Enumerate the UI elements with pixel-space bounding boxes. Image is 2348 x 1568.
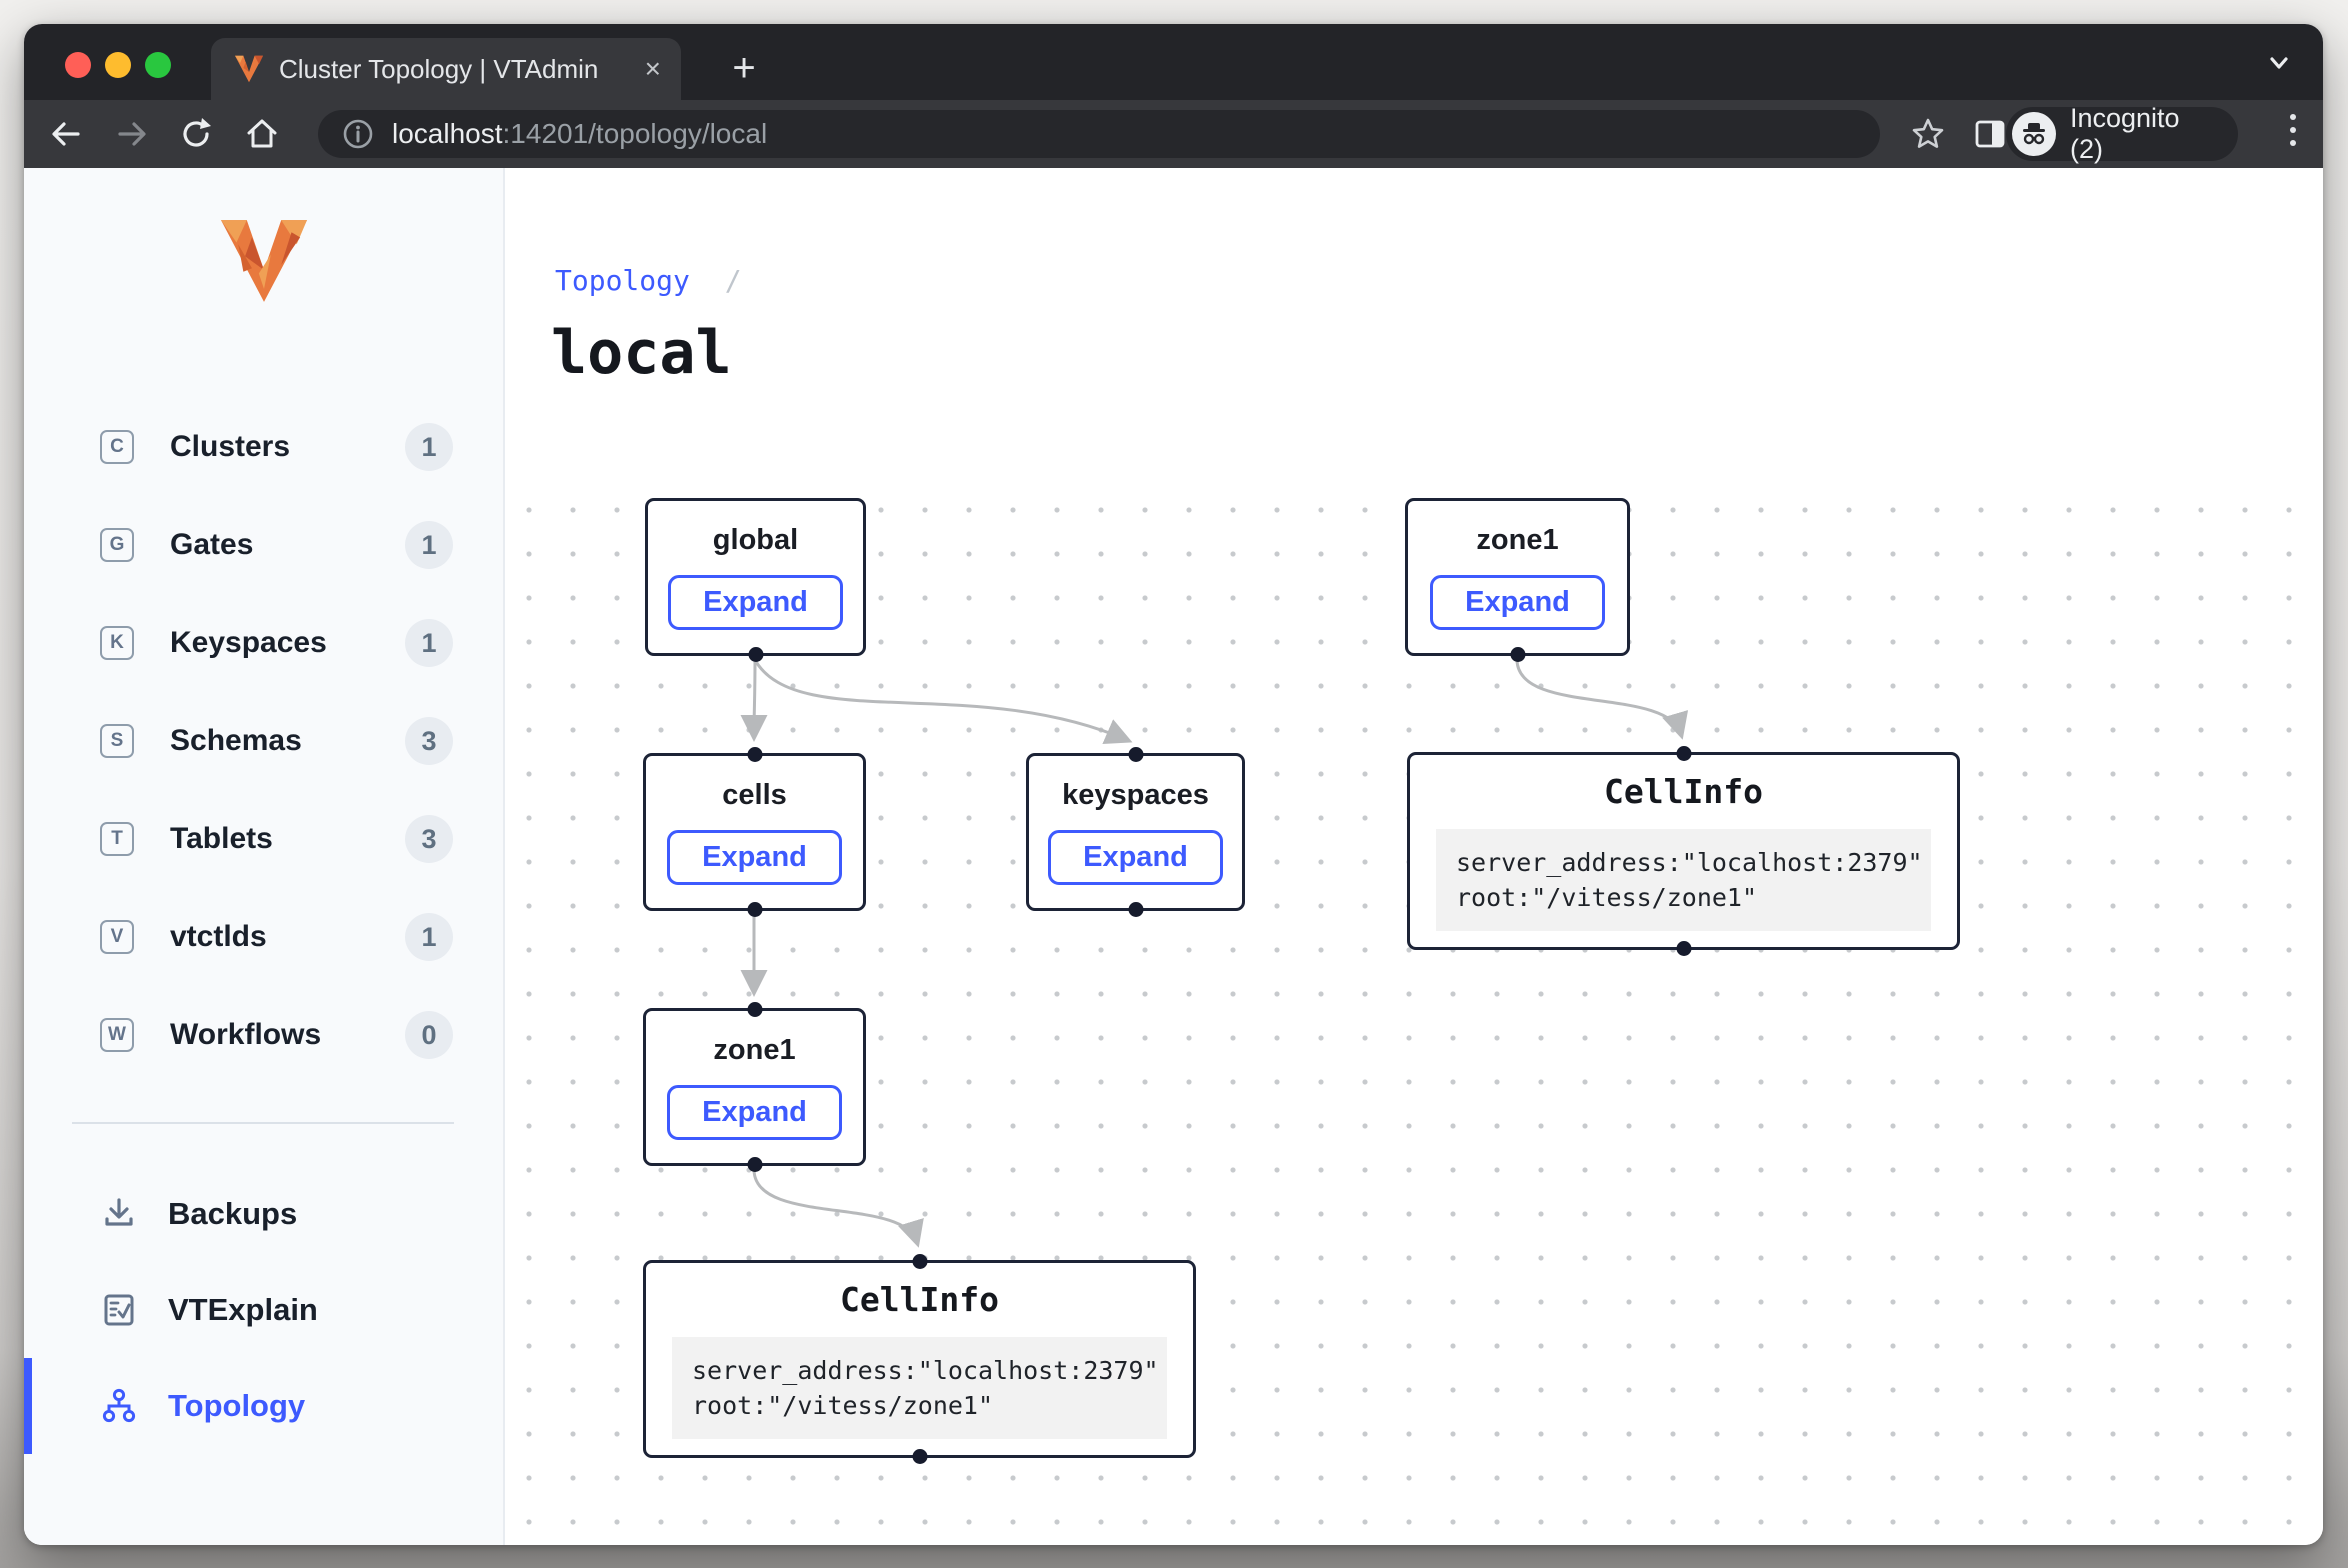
- sidebar-item-backups[interactable]: Backups: [24, 1166, 503, 1262]
- node-global[interactable]: global Expand: [645, 498, 866, 656]
- bookmark-star-icon[interactable]: [1906, 112, 1950, 156]
- new-tab-button[interactable]: +: [724, 50, 764, 90]
- node-title: cells: [722, 779, 787, 812]
- home-icon[interactable]: [240, 112, 284, 156]
- workflows-icon: W: [100, 1018, 134, 1052]
- node-zone1-global[interactable]: zone1 Expand: [1405, 498, 1630, 656]
- tab-title: Cluster Topology | VTAdmin: [279, 54, 629, 85]
- back-icon[interactable]: [44, 112, 88, 156]
- count-badge: 3: [405, 717, 453, 765]
- schemas-icon: S: [100, 724, 134, 758]
- port-dot: [1128, 902, 1143, 917]
- port-dot: [747, 747, 762, 762]
- port-dot: [1128, 747, 1143, 762]
- url-host: localhost: [392, 118, 503, 149]
- sidebar: C Clusters 1 G Gates 1 K Keyspaces 1 S S…: [24, 168, 505, 1545]
- incognito-icon: [2012, 112, 2056, 156]
- browser-menu-icon[interactable]: [2290, 114, 2296, 146]
- expand-button[interactable]: Expand: [668, 575, 843, 630]
- node-keyspaces[interactable]: keyspaces Expand: [1026, 753, 1245, 911]
- port-dot: [1510, 647, 1525, 662]
- page-content: C Clusters 1 G Gates 1 K Keyspaces 1 S S…: [24, 168, 2323, 1545]
- node-title: global: [713, 524, 798, 557]
- sidebar-item-workflows[interactable]: W Workflows 0: [24, 986, 503, 1084]
- window-zoom-button[interactable]: [145, 52, 171, 78]
- tablets-icon: T: [100, 822, 134, 856]
- clusters-icon: C: [100, 430, 134, 464]
- node-cellinfo-zone1-lower[interactable]: CellInfo server_address:"localhost:2379"…: [643, 1260, 1196, 1458]
- expand-button[interactable]: Expand: [1430, 575, 1605, 630]
- forward-icon[interactable]: [110, 112, 154, 156]
- count-badge: 3: [405, 815, 453, 863]
- port-dot: [748, 647, 763, 662]
- count-badge: 0: [405, 1011, 453, 1059]
- node-title: CellInfo: [840, 1280, 999, 1319]
- tab-strip: Cluster Topology | VTAdmin × +: [24, 24, 2323, 100]
- sidebar-divider: [72, 1122, 454, 1124]
- reload-icon[interactable]: [174, 112, 218, 156]
- sidebar-tools: Backups VTExplain: [24, 1166, 503, 1454]
- tab-search-chevron-icon[interactable]: [2262, 46, 2296, 80]
- count-badge: 1: [405, 619, 453, 667]
- expand-button[interactable]: Expand: [667, 1085, 842, 1140]
- node-title: zone1: [713, 1034, 795, 1067]
- port-dot: [747, 1002, 762, 1017]
- node-title: CellInfo: [1604, 772, 1763, 811]
- count-badge: 1: [405, 423, 453, 471]
- browser-window: Cluster Topology | VTAdmin × +: [24, 24, 2323, 1545]
- port-dot: [747, 1157, 762, 1172]
- browser-toolbar: localhost:14201/topology/local: [24, 100, 2323, 168]
- sidebar-nav: C Clusters 1 G Gates 1 K Keyspaces 1 S S…: [24, 398, 503, 1084]
- expand-button[interactable]: Expand: [667, 830, 842, 885]
- main-panel: Topology / local global Expa: [505, 168, 2323, 1545]
- cellinfo-code: server_address:"localhost:2379" root:"/v…: [672, 1337, 1167, 1439]
- port-dot: [912, 1449, 927, 1464]
- expand-button[interactable]: Expand: [1048, 830, 1223, 885]
- window-close-button[interactable]: [65, 52, 91, 78]
- sidebar-item-gates[interactable]: G Gates 1: [24, 496, 503, 594]
- sidebar-item-vtexplain[interactable]: VTExplain: [24, 1262, 503, 1358]
- tab-close-icon[interactable]: ×: [645, 55, 661, 83]
- node-cellinfo-zone1[interactable]: CellInfo server_address:"localhost:2379"…: [1407, 752, 1960, 950]
- incognito-profile-badge[interactable]: Incognito (2): [2006, 107, 2238, 161]
- active-indicator: [24, 1358, 32, 1454]
- gates-icon: G: [100, 528, 134, 562]
- node-zone1-cells[interactable]: zone1 Expand: [643, 1008, 866, 1166]
- download-icon: [100, 1195, 138, 1233]
- topology-icon: [100, 1387, 138, 1425]
- keyspaces-icon: K: [100, 626, 134, 660]
- vitess-favicon: [235, 55, 263, 83]
- page-info-icon[interactable]: [342, 118, 374, 150]
- node-cells[interactable]: cells Expand: [643, 753, 866, 911]
- node-title: keyspaces: [1062, 779, 1209, 812]
- sidebar-item-topology[interactable]: Topology: [24, 1358, 503, 1454]
- port-dot: [1676, 746, 1691, 761]
- vitess-logo[interactable]: [221, 220, 307, 302]
- sidebar-item-tablets[interactable]: T Tablets 3: [24, 790, 503, 888]
- count-badge: 1: [405, 521, 453, 569]
- count-badge: 1: [405, 913, 453, 961]
- cellinfo-code: server_address:"localhost:2379" root:"/v…: [1436, 829, 1931, 931]
- port-dot: [912, 1254, 927, 1269]
- window-minimize-button[interactable]: [105, 52, 131, 78]
- port-dot: [747, 902, 762, 917]
- url-bar[interactable]: localhost:14201/topology/local: [318, 110, 1880, 158]
- url-path: :14201/topology/local: [503, 118, 768, 149]
- url-text: localhost:14201/topology/local: [392, 118, 767, 150]
- sidebar-item-clusters[interactable]: C Clusters 1: [24, 398, 503, 496]
- browser-tab[interactable]: Cluster Topology | VTAdmin ×: [211, 38, 681, 100]
- node-title: zone1: [1476, 524, 1558, 557]
- port-dot: [1676, 941, 1691, 956]
- incognito-label: Incognito (2): [2070, 103, 2220, 165]
- sidebar-item-schemas[interactable]: S Schemas 3: [24, 692, 503, 790]
- document-check-icon: [100, 1291, 138, 1329]
- vtctlds-icon: V: [100, 920, 134, 954]
- sidebar-item-vtctlds[interactable]: V vtctlds 1: [24, 888, 503, 986]
- sidebar-item-keyspaces[interactable]: K Keyspaces 1: [24, 594, 503, 692]
